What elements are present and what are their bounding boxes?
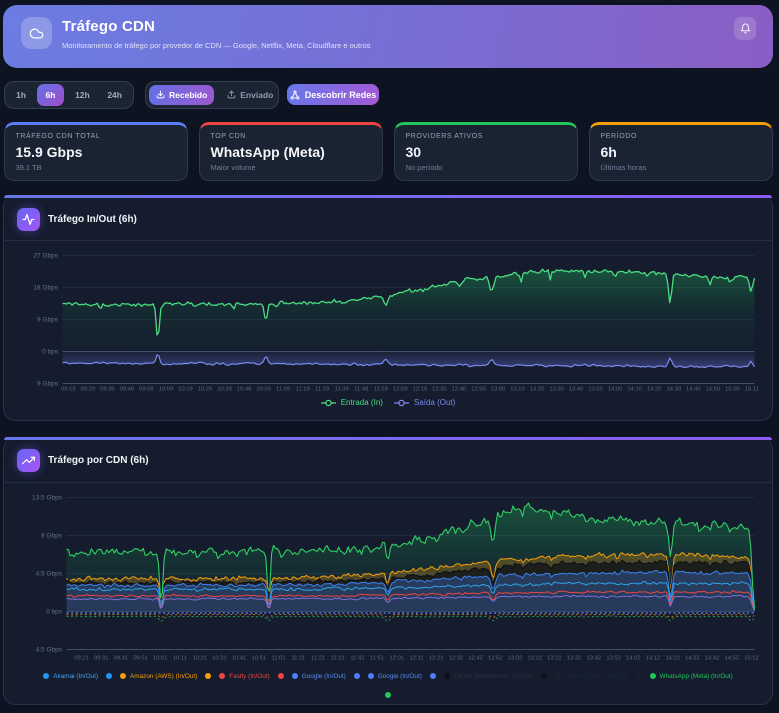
svg-text:9 Gbps: 9 Gbps — [37, 381, 59, 388]
svg-text:14:30: 14:30 — [667, 387, 682, 393]
svg-text:11:09: 11:09 — [276, 387, 290, 393]
svg-text:14:40: 14:40 — [686, 387, 701, 393]
svg-text:11:41: 11:41 — [350, 656, 364, 662]
svg-text:13:10: 13:10 — [510, 387, 525, 393]
svg-text:09:19: 09:19 — [61, 387, 76, 393]
svg-text:13:52: 13:52 — [606, 656, 621, 662]
svg-text:13:42: 13:42 — [587, 656, 602, 662]
svg-text:14:22: 14:22 — [665, 656, 680, 662]
svg-text:10:41: 10:41 — [232, 656, 247, 662]
svg-text:10:29: 10:29 — [198, 387, 213, 393]
svg-text:13:22: 13:22 — [547, 656, 562, 662]
svg-text:10:09: 10:09 — [159, 387, 174, 393]
svg-text:13:20: 13:20 — [530, 387, 545, 393]
svg-text:12:01: 12:01 — [390, 656, 405, 662]
svg-text:11:51: 11:51 — [370, 656, 384, 662]
svg-text:13:02: 13:02 — [508, 656, 523, 662]
svg-text:11:48: 11:48 — [354, 387, 368, 393]
svg-text:09:31: 09:31 — [94, 656, 109, 662]
svg-text:10:48: 10:48 — [237, 387, 252, 393]
svg-text:09:49: 09:49 — [120, 387, 135, 393]
svg-text:12:11: 12:11 — [409, 656, 423, 662]
svg-text:14:52: 14:52 — [725, 656, 740, 662]
svg-text:12:32: 12:32 — [449, 656, 464, 662]
svg-text:0 bps: 0 bps — [42, 349, 59, 356]
svg-text:10:59: 10:59 — [256, 387, 271, 393]
svg-text:11:19: 11:19 — [296, 387, 310, 393]
svg-text:14:10: 14:10 — [627, 387, 642, 393]
svg-text:14:12: 14:12 — [646, 656, 661, 662]
svg-text:13:30: 13:30 — [549, 387, 564, 393]
svg-text:11:31: 11:31 — [331, 656, 345, 662]
svg-text:10:21: 10:21 — [192, 656, 207, 662]
svg-text:11:21: 11:21 — [311, 656, 325, 662]
svg-text:13:12: 13:12 — [527, 656, 542, 662]
svg-text:12:52: 12:52 — [488, 656, 503, 662]
svg-text:10:11: 10:11 — [173, 656, 187, 662]
svg-text:0 bps: 0 bps — [46, 609, 63, 616]
svg-text:12:42: 12:42 — [468, 656, 483, 662]
svg-text:09:58: 09:58 — [139, 387, 154, 393]
svg-text:10:51: 10:51 — [252, 656, 267, 662]
svg-text:15:12: 15:12 — [744, 656, 759, 662]
svg-text:11:29: 11:29 — [315, 387, 329, 393]
svg-text:14:20: 14:20 — [647, 387, 662, 393]
svg-text:13:40: 13:40 — [569, 387, 584, 393]
svg-text:4.5 Gbps: 4.5 Gbps — [36, 571, 63, 578]
svg-text:10:19: 10:19 — [178, 387, 193, 393]
svg-text:09:21: 09:21 — [74, 656, 89, 662]
svg-text:10:31: 10:31 — [212, 656, 227, 662]
svg-text:27 Gbps: 27 Gbps — [33, 253, 58, 260]
svg-text:13.5 Gbps: 13.5 Gbps — [32, 495, 63, 502]
svg-text:4.5 Gbps: 4.5 Gbps — [36, 647, 63, 654]
svg-text:14:32: 14:32 — [685, 656, 700, 662]
svg-text:12:09: 12:09 — [393, 387, 408, 393]
svg-text:9 Gbps: 9 Gbps — [37, 317, 59, 324]
svg-text:13:50: 13:50 — [588, 387, 603, 393]
svg-text:9 Gbps: 9 Gbps — [41, 533, 63, 540]
svg-text:15:00: 15:00 — [725, 387, 740, 393]
svg-text:09:51: 09:51 — [133, 656, 148, 662]
svg-text:09:41: 09:41 — [114, 656, 129, 662]
svg-text:12:21: 12:21 — [429, 656, 444, 662]
svg-text:14:00: 14:00 — [608, 387, 623, 393]
svg-text:09:29: 09:29 — [81, 387, 96, 393]
svg-text:11:39: 11:39 — [335, 387, 349, 393]
svg-text:14:50: 14:50 — [706, 387, 721, 393]
svg-text:11:59: 11:59 — [374, 387, 388, 393]
svg-text:18 Gbps: 18 Gbps — [33, 285, 58, 292]
svg-text:12:30: 12:30 — [432, 387, 447, 393]
svg-text:13:00: 13:00 — [491, 387, 506, 393]
svg-text:14:42: 14:42 — [705, 656, 720, 662]
svg-text:12:19: 12:19 — [413, 387, 428, 393]
svg-text:09:39: 09:39 — [100, 387, 115, 393]
svg-text:15:11: 15:11 — [745, 387, 759, 393]
svg-text:14:02: 14:02 — [626, 656, 641, 662]
svg-text:12:50: 12:50 — [471, 387, 486, 393]
svg-text:11:11: 11:11 — [291, 656, 305, 662]
svg-text:12:40: 12:40 — [452, 387, 467, 393]
svg-text:11:01: 11:01 — [272, 656, 286, 662]
svg-text:10:01: 10:01 — [153, 656, 168, 662]
svg-text:10:39: 10:39 — [217, 387, 232, 393]
svg-text:13:32: 13:32 — [567, 656, 582, 662]
